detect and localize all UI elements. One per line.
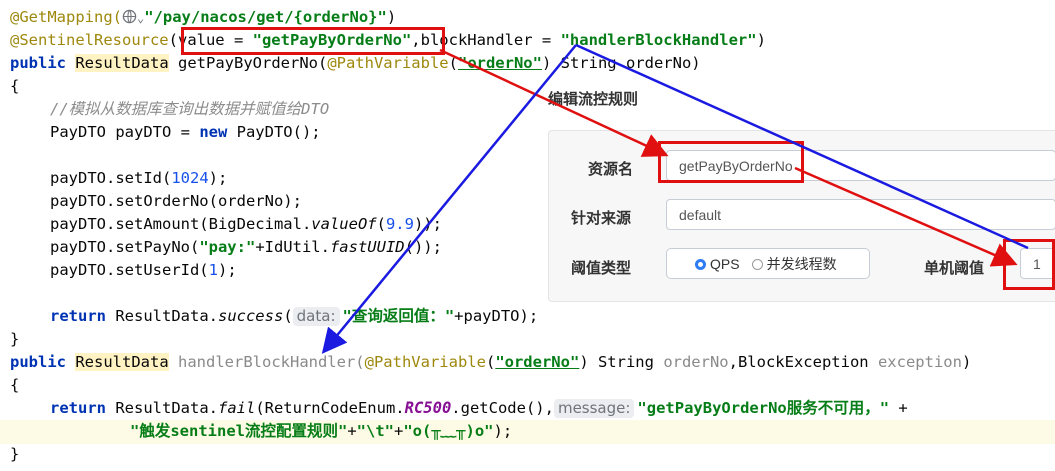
arrow-resource-to-threshold	[794, 166, 1018, 267]
arrow-value-to-resource	[439, 48, 669, 157]
arrow-threshold-to-handler	[575, 43, 1029, 250]
screenshot-stage: @GetMapping(⌄"/pay/nacos/get/{orderNo}")…	[0, 0, 1055, 471]
annotation-arrows	[321, 43, 1029, 354]
arrow-handler-to-method	[321, 44, 577, 354]
